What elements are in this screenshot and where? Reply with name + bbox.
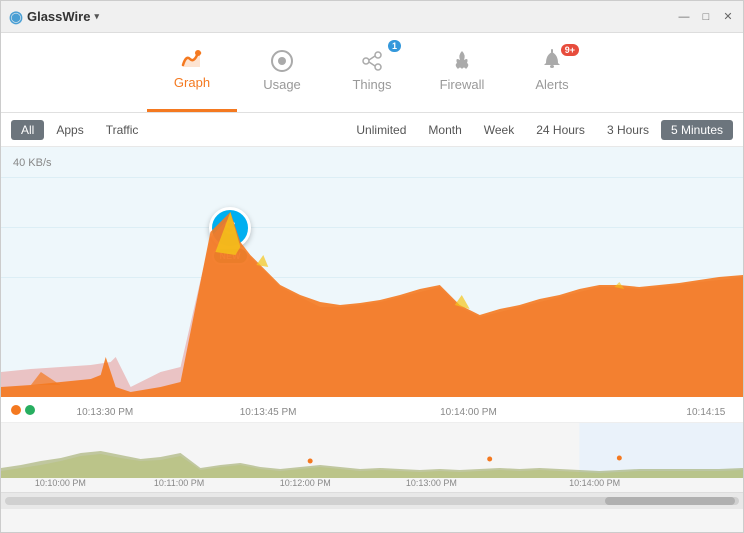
mini-label-3: 10:12:00 PM <box>280 478 331 488</box>
mini-label-5: 10:14:00 PM <box>569 478 620 488</box>
mini-label-1: 10:10:00 PM <box>35 478 86 488</box>
mini-label-2: 10:11:00 PM <box>154 478 204 488</box>
tab-graph[interactable]: Graph <box>147 32 237 112</box>
scrollbar-track <box>5 497 739 505</box>
tab-alerts[interactable]: Alerts 9+ <box>507 32 597 112</box>
graph-icon <box>178 45 206 73</box>
y-axis-label: 40 KB/s <box>13 157 52 169</box>
scrollbar-area <box>1 493 743 509</box>
filter-all-button[interactable]: All <box>11 120 44 140</box>
app-name: GlassWire <box>27 9 90 24</box>
dot-indicators <box>11 405 35 415</box>
time-month-button[interactable]: Month <box>418 120 471 140</box>
timeline-axis: 10:13:30 PM 10:13:45 PM 10:14:00 PM 10:1… <box>1 397 743 423</box>
tab-graph-label: Graph <box>174 75 210 90</box>
usage-icon <box>268 47 296 75</box>
titlebar: ◉ GlassWire ▾ — □ ✕ <box>1 1 743 33</box>
tab-alerts-label: Alerts <box>535 77 568 92</box>
time-3hours-button[interactable]: 3 Hours <box>597 120 659 140</box>
network-graph-svg <box>1 177 743 397</box>
filter-apps-button[interactable]: Apps <box>46 120 93 140</box>
window-controls: — □ ✕ <box>677 10 735 24</box>
time-24hours-button[interactable]: 24 Hours <box>526 120 595 140</box>
filter-bar: All Apps Traffic Unlimited Month Week 24… <box>1 113 743 147</box>
timeline-label-4: 10:14:15 <box>686 407 725 418</box>
timeline-label-3: 10:14:00 PM <box>440 407 497 418</box>
tab-things[interactable]: Things 1 <box>327 32 417 112</box>
filter-left-group: All Apps Traffic <box>11 120 346 140</box>
filter-traffic-button[interactable]: Traffic <box>96 120 149 140</box>
mini-timeline: 10:10:00 PM 10:11:00 PM 10:12:00 PM 10:1… <box>1 423 743 493</box>
timeline-label-2: 10:13:45 PM <box>240 407 297 418</box>
nav-tabs: Graph Usage Things 1 Firewall <box>1 33 743 113</box>
tab-usage[interactable]: Usage <box>237 32 327 112</box>
time-5minutes-button[interactable]: 5 Minutes <box>661 120 733 140</box>
firewall-icon <box>448 47 476 75</box>
scrollbar-thumb[interactable] <box>605 497 735 505</box>
tab-firewall[interactable]: Firewall <box>417 32 507 112</box>
tab-things-label: Things <box>352 77 391 92</box>
alerts-badge: 9+ <box>561 44 579 56</box>
things-badge: 1 <box>388 40 401 52</box>
mini-label-4: 10:13:00 PM <box>406 478 457 488</box>
close-button[interactable]: ✕ <box>721 10 735 24</box>
dot-green <box>25 405 35 415</box>
filter-time-group: Unlimited Month Week 24 Hours 3 Hours 5 … <box>346 120 733 140</box>
maximize-button[interactable]: □ <box>699 10 713 24</box>
dot-orange <box>11 405 21 415</box>
timeline-label-1: 10:13:30 PM <box>77 407 134 418</box>
tab-firewall-label: Firewall <box>440 77 485 92</box>
minimize-button[interactable]: — <box>677 10 691 24</box>
app-logo-icon: ◉ <box>9 7 23 27</box>
chevron-down-icon[interactable]: ▾ <box>94 11 99 22</box>
graph-area: 40 KB/s S NEW <box>1 147 743 397</box>
mini-graph-svg <box>1 423 743 478</box>
time-week-button[interactable]: Week <box>474 120 524 140</box>
things-icon <box>358 47 386 75</box>
tab-usage-label: Usage <box>263 77 301 92</box>
time-unlimited-button[interactable]: Unlimited <box>346 120 416 140</box>
app-title-area: ◉ GlassWire ▾ <box>9 7 99 27</box>
mini-timeline-labels: 10:10:00 PM 10:11:00 PM 10:12:00 PM 10:1… <box>1 476 743 490</box>
